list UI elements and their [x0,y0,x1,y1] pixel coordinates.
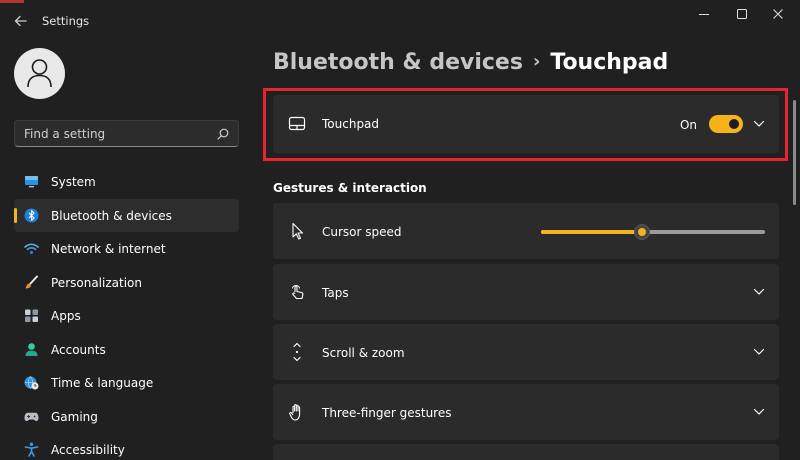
controller-icon [24,412,39,421]
brush-icon [25,275,38,288]
close-icon [773,9,783,19]
minimize-button[interactable] [686,4,722,24]
cursor-speed-card: Cursor speed [273,203,779,259]
tap-icon [292,285,304,300]
person-icon [25,342,38,356]
sidebar-item-label: Gaming [51,409,98,424]
highlight-box [263,88,788,161]
sidebar-item-network-internet[interactable]: Network & internet [14,232,239,266]
taps-card[interactable]: Taps [273,264,779,320]
title-bar: Settings [0,0,800,42]
sidebar-item-label: Network & internet [51,242,166,256]
sidebar-item-bluetooth-devices[interactable]: Bluetooth & devices [14,198,239,232]
three-finger-gestures-card[interactable]: Three-finger gestures [273,384,779,440]
apps-icon [25,309,38,322]
user-icon [27,59,52,88]
sidebar-item-label: System [51,175,96,189]
search-icon[interactable] [216,127,230,141]
sidebar-item-label: Apps [51,309,81,323]
app-title: Settings [42,14,90,28]
sidebar-item-system[interactable]: System [14,165,239,199]
sidebar-item-label: Bluetooth & devices [51,208,172,223]
search-input[interactable]: Find a setting [24,127,105,141]
sidebar-item-accounts[interactable]: Accounts [14,333,239,367]
sidebar-item-label: Time & language [51,376,154,390]
search-box[interactable]: Find a setting [14,120,239,147]
accessibility-icon [24,442,39,457]
globe-clock-icon [24,376,39,390]
breadcrumb: Bluetooth & devices › Touchpad [273,50,668,75]
section-title: Gestures & interaction [273,181,427,195]
next-setting-card[interactable] [273,444,779,460]
chevron-down-icon[interactable] [753,288,765,296]
scroll-icon [293,342,301,362]
sidebar-item-apps[interactable]: Apps [14,299,239,333]
maximize-button[interactable] [724,4,760,24]
sidebar-item-label: Personalization [51,275,142,290]
three-finger-gestures-label: Three-finger gestures [322,406,452,420]
monitor-icon [25,176,38,188]
cursor-icon [292,222,304,240]
sidebar-nav: System Bluetooth & devices Network & int… [14,165,239,460]
slider-thumb[interactable] [633,224,650,240]
scrollbar[interactable] [793,100,796,205]
scroll-zoom-label: Scroll & zoom [322,346,405,360]
slider-fill [541,230,642,234]
cursor-speed-label: Cursor speed [322,225,402,239]
sidebar-item-label: Accounts [51,342,106,357]
hand-icon [289,404,301,421]
taps-label: Taps [322,286,349,300]
maximize-icon [737,9,747,19]
active-indicator [14,207,17,223]
sidebar-item-accessibility[interactable]: Accessibility [14,433,239,460]
breadcrumb-parent[interactable]: Bluetooth & devices [273,50,523,75]
page-title: Touchpad [550,50,669,75]
bluetooth-icon [24,208,39,222]
chevron-down-icon[interactable] [753,408,765,416]
sidebar-item-time-language[interactable]: Time & language [14,366,239,400]
avatar[interactable] [14,48,65,99]
wifi-icon [24,243,39,254]
back-arrow-icon [14,15,27,27]
close-button[interactable] [760,4,796,24]
minimize-icon [699,14,709,15]
chevron-down-icon[interactable] [753,348,765,356]
scroll-zoom-card[interactable]: Scroll & zoom [273,324,779,380]
sidebar-item-gaming[interactable]: Gaming [14,400,239,434]
breadcrumb-separator: › [532,51,541,72]
sidebar-item-personalization[interactable]: Personalization [14,266,239,300]
sidebar-item-label: Accessibility [51,443,125,457]
cursor-speed-slider[interactable] [541,224,765,240]
back-button[interactable] [10,10,32,32]
